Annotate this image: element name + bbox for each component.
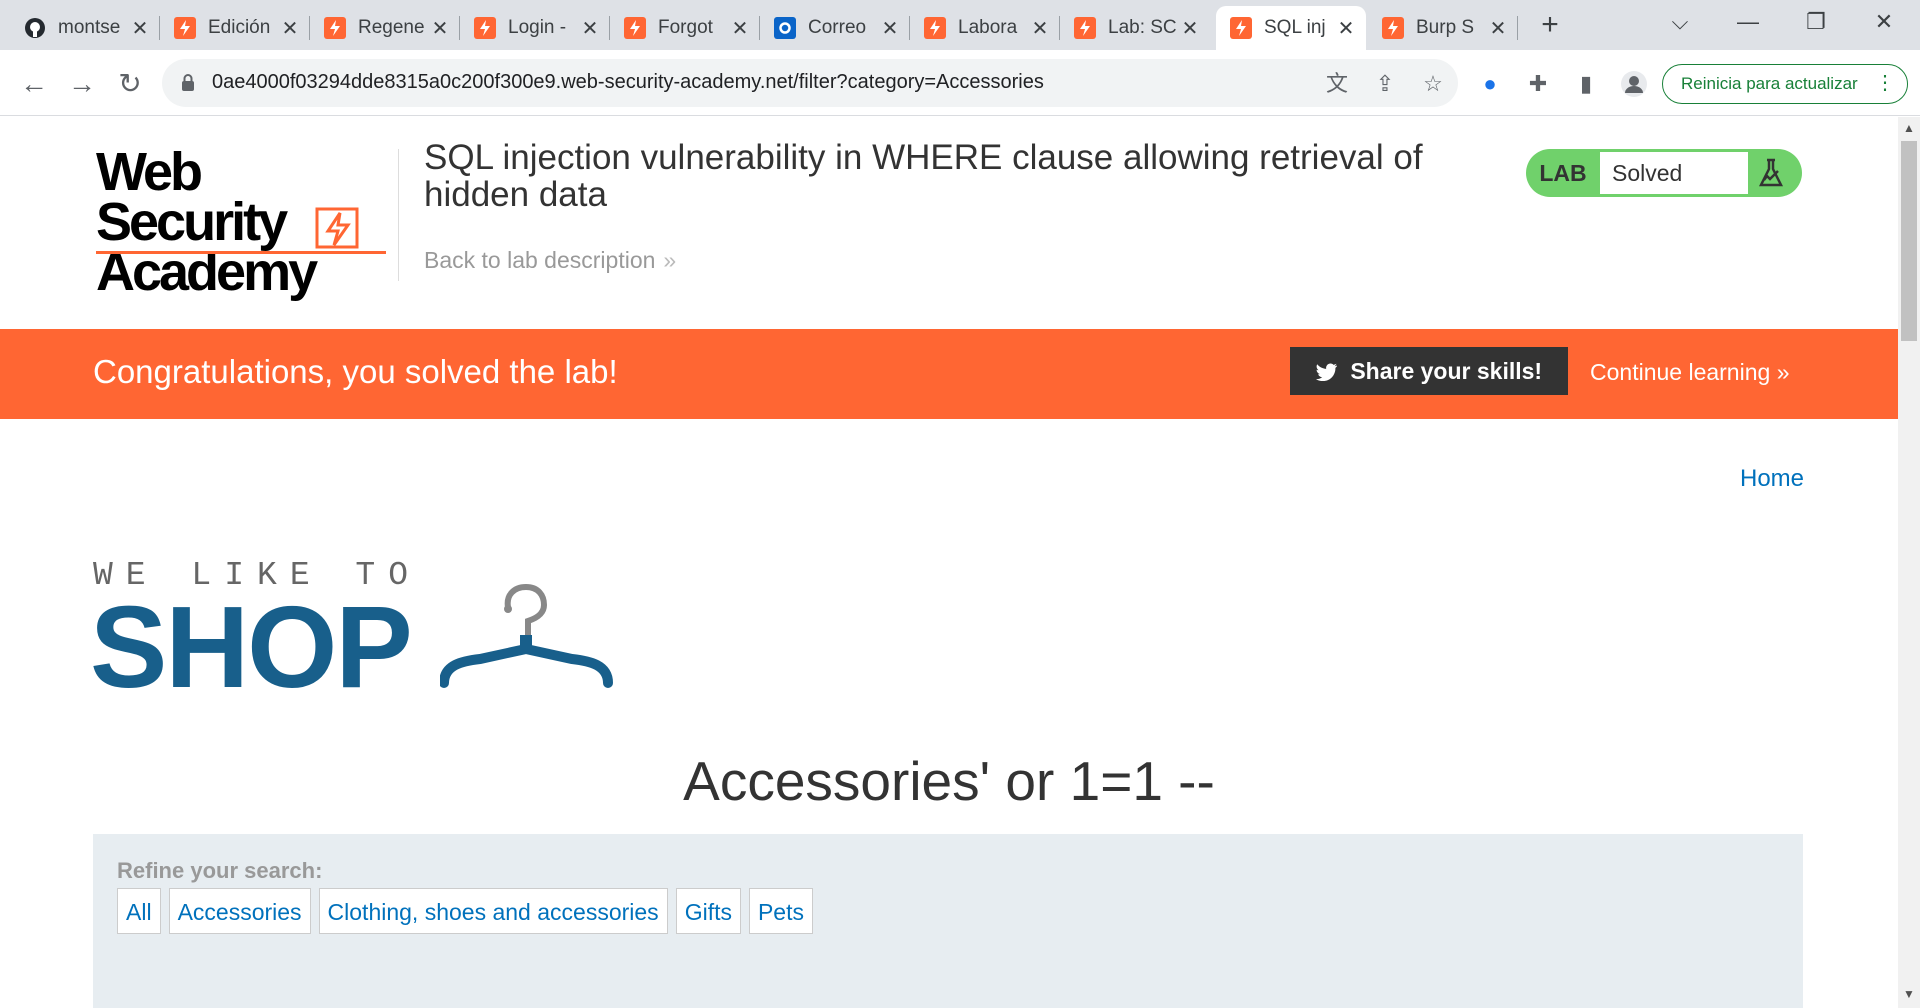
translate-icon[interactable]: 文	[1324, 71, 1350, 97]
minimize-icon[interactable]: —	[1720, 0, 1776, 44]
browser-tab[interactable]: Correo ✕	[760, 6, 910, 50]
back-to-lab-description-link[interactable]: Back to lab description »	[424, 247, 676, 274]
shop-logo-text: SHOP	[90, 582, 413, 712]
extensions-puzzle-icon[interactable]: ✚	[1524, 70, 1552, 98]
update-button-label: Reinicia para actualizar	[1681, 74, 1858, 93]
scroll-up-arrow-icon[interactable]: ▲	[1898, 121, 1920, 135]
tab-title: Forgot	[658, 17, 713, 38]
tab-title: montse	[58, 17, 121, 38]
address-bar[interactable]: 0ae4000f03294dde8315a0c200f300e9.web-sec…	[162, 59, 1458, 107]
back-link-label: Back to lab description	[424, 247, 656, 273]
close-tab-icon[interactable]: ✕	[1030, 16, 1050, 41]
outlook-icon	[774, 17, 796, 39]
close-window-icon[interactable]: ✕	[1856, 0, 1912, 44]
profile-avatar-icon[interactable]	[1620, 70, 1648, 98]
browser-tab-strip: montse ✕ Edición ✕ Regene ✕ Login - ✕ Fo…	[0, 0, 1920, 50]
github-icon	[24, 17, 46, 39]
twitter-icon	[1315, 358, 1350, 384]
filter-gifts[interactable]: Gifts	[675, 888, 741, 934]
burp-icon	[474, 17, 496, 39]
browser-tab[interactable]: Labora ✕	[910, 6, 1060, 50]
close-tab-icon[interactable]: ✕	[1180, 16, 1200, 41]
scroll-down-arrow-icon[interactable]: ▼	[1898, 987, 1920, 1001]
lab-title: SQL injection vulnerability in WHERE cla…	[424, 138, 1423, 214]
close-tab-icon[interactable]: ✕	[730, 16, 750, 41]
close-tab-icon[interactable]: ✕	[1488, 16, 1508, 41]
academy-lightning-icon	[315, 207, 359, 249]
share-skills-button[interactable]: Share your skills!	[1290, 347, 1568, 395]
refine-search-label: Refine your search:	[117, 858, 323, 883]
browser-tab[interactable]: Burp S ✕	[1368, 6, 1518, 50]
browser-tab[interactable]: Edición ✕	[160, 6, 310, 50]
burp-icon	[174, 17, 196, 39]
solved-banner: Congratulations, you solved the lab! Sha…	[0, 329, 1898, 419]
restart-to-update-button[interactable]: Reinicia para actualizar ⋮	[1662, 64, 1908, 104]
tab-title: Correo	[808, 17, 867, 38]
lab-status-badge: LAB Solved	[1526, 149, 1802, 197]
restore-icon[interactable]: ❐	[1788, 0, 1844, 44]
browser-tab[interactable]: Regene ✕	[310, 6, 460, 50]
filter-pets[interactable]: Pets	[748, 888, 813, 934]
lab-status-label: LAB	[1539, 160, 1587, 186]
burp-icon	[324, 17, 346, 39]
double-chevron-right-icon: »	[1776, 359, 1790, 385]
double-chevron-right-icon: »	[663, 247, 677, 273]
tab-title: Lab: SC	[1108, 17, 1177, 38]
close-tab-icon[interactable]: ✕	[880, 16, 900, 41]
browser-tab[interactable]: Lab: SC ✕	[1060, 6, 1210, 50]
refine-search-panel: Refine your search: All Accessories Clot…	[93, 834, 1803, 1008]
tab-title: Login -	[508, 17, 567, 38]
share-button-label: Share your skills!	[1350, 358, 1543, 384]
tab-title: Regene	[358, 17, 425, 38]
congratulations-message: Congratulations, you solved the lab!	[93, 353, 618, 390]
browser-tab[interactable]: montse ✕	[10, 6, 160, 50]
tab-title: Edición	[208, 17, 271, 38]
back-arrow-icon[interactable]: ←	[14, 64, 54, 104]
continue-learning-label: Continue learning	[1590, 359, 1771, 385]
close-tab-icon[interactable]: ✕	[1336, 16, 1356, 41]
close-tab-icon[interactable]: ✕	[130, 16, 150, 41]
close-tab-icon[interactable]: ✕	[280, 16, 300, 41]
continue-learning-link[interactable]: Continue learning »	[1590, 359, 1789, 386]
browser-tab-active[interactable]: SQL inj ✕	[1216, 6, 1366, 50]
category-filters: All Accessories Clothing, shoes and acce…	[117, 888, 813, 934]
category-heading: Accessories' or 1=1 --	[683, 750, 1215, 812]
close-tab-icon[interactable]: ✕	[580, 16, 600, 41]
burp-icon	[924, 17, 946, 39]
tab-search-icon[interactable]: ⌵	[1652, 0, 1708, 44]
burp-icon	[1382, 17, 1404, 39]
browser-toolbar: ← → ↻ 0ae4000f03294dde8315a0c200f300e9.w…	[0, 50, 1920, 116]
burp-icon	[1074, 17, 1096, 39]
extension-globe-icon[interactable]: ●	[1476, 70, 1504, 98]
browser-tab[interactable]: Forgot ✕	[610, 6, 760, 50]
burp-icon	[624, 17, 646, 39]
browser-tab[interactable]: Login - ✕	[460, 6, 610, 50]
home-link[interactable]: Home	[1740, 465, 1804, 493]
logo-line-2: Academy	[96, 242, 318, 302]
new-tab-icon[interactable]: +	[1530, 8, 1570, 44]
filter-accessories[interactable]: Accessories	[168, 888, 311, 934]
bookmark-star-icon[interactable]: ☆	[1420, 71, 1446, 97]
lock-icon	[180, 73, 196, 98]
burp-icon	[1230, 17, 1252, 39]
hanger-icon	[440, 583, 613, 688]
tab-title: SQL inj	[1264, 17, 1326, 38]
filter-all[interactable]: All	[117, 888, 161, 934]
menu-dots-icon[interactable]: ⋮	[1875, 65, 1895, 102]
filter-clothing-shoes-accessories[interactable]: Clothing, shoes and accessories	[318, 888, 668, 934]
share-icon[interactable]: ⇪	[1372, 71, 1398, 97]
forward-arrow-icon[interactable]: →	[62, 64, 102, 104]
reload-icon[interactable]: ↻	[110, 64, 150, 104]
scrollbar-thumb[interactable]	[1901, 141, 1917, 341]
page-viewport: Web Security Academy SQL injection vulne…	[0, 117, 1898, 1008]
flask-icon	[1756, 157, 1786, 194]
web-security-academy-logo[interactable]: Web Security Academy	[96, 145, 396, 302]
url-text[interactable]: 0ae4000f03294dde8315a0c200f300e9.web-sec…	[212, 71, 1044, 94]
side-panel-icon[interactable]: ▮	[1572, 70, 1600, 98]
tab-title: Labora	[958, 17, 1018, 38]
close-tab-icon[interactable]: ✕	[430, 16, 450, 41]
tab-title: Burp S	[1416, 17, 1475, 38]
lab-status-value: Solved	[1600, 152, 1748, 194]
page-scrollbar[interactable]: ▲ ▼	[1898, 117, 1920, 1008]
